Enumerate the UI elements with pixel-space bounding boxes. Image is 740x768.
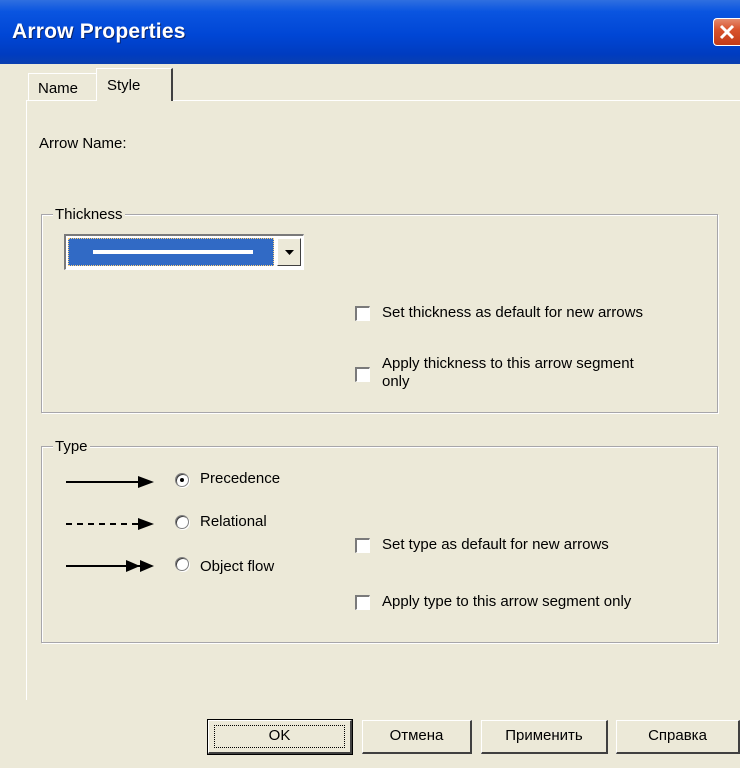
window-title: Arrow Properties <box>12 20 186 43</box>
cancel-button[interactable]: Отмена <box>362 720 472 754</box>
close-button[interactable] <box>713 18 740 46</box>
thickness-default-checkbox[interactable] <box>355 306 370 321</box>
arrow-name-label: Arrow Name: <box>39 135 127 152</box>
thickness-line-sample <box>93 250 253 254</box>
thickness-segment-checkbox[interactable] <box>355 367 370 382</box>
precedence-arrow-icon <box>66 476 154 488</box>
relational-label: Relational <box>200 513 267 530</box>
tab-name[interactable]: Name <box>28 73 98 100</box>
thickness-selected-value <box>68 238 274 266</box>
type-default-label: Set type as default for new arrows <box>382 536 609 553</box>
chevron-down-icon <box>285 250 294 255</box>
tab-style-label: Style <box>107 77 141 94</box>
focus-rect <box>214 725 345 748</box>
help-button[interactable]: Справка <box>616 720 740 754</box>
thickness-segment-label-line2: only <box>382 373 410 390</box>
object-flow-radio[interactable] <box>175 557 189 571</box>
ok-button[interactable]: OK <box>207 719 353 755</box>
relational-arrow-icon <box>66 518 154 530</box>
thickness-default-label: Set thickness as default for new arrows <box>382 304 643 321</box>
object-flow-label: Object flow <box>200 558 275 575</box>
type-segment-label: Apply type to this arrow segment only <box>382 593 632 610</box>
dropdown-button[interactable] <box>277 238 301 266</box>
tab-style[interactable]: Style <box>96 68 173 101</box>
title-bar[interactable]: Arrow Properties <box>0 0 740 64</box>
precedence-label: Precedence <box>200 470 281 487</box>
thickness-dropdown[interactable] <box>64 234 304 270</box>
object-flow-arrow-icon <box>66 560 154 572</box>
thickness-segment-label-line1: Apply thickness to this arrow segment <box>382 355 634 372</box>
type-group-title: Type <box>53 438 90 455</box>
thickness-group-title: Thickness <box>53 206 125 223</box>
precedence-radio[interactable] <box>175 473 189 487</box>
type-segment-checkbox[interactable] <box>355 595 370 610</box>
apply-button-label: Применить <box>505 727 583 744</box>
apply-button[interactable]: Применить <box>481 720 608 754</box>
relational-radio[interactable] <box>175 515 189 529</box>
close-icon <box>719 24 735 40</box>
help-button-label: Справка <box>648 727 707 744</box>
cancel-button-label: Отмена <box>389 727 444 744</box>
tab-name-label: Name <box>38 80 79 97</box>
radio-selected-dot <box>180 478 184 482</box>
type-default-checkbox[interactable] <box>355 538 370 553</box>
